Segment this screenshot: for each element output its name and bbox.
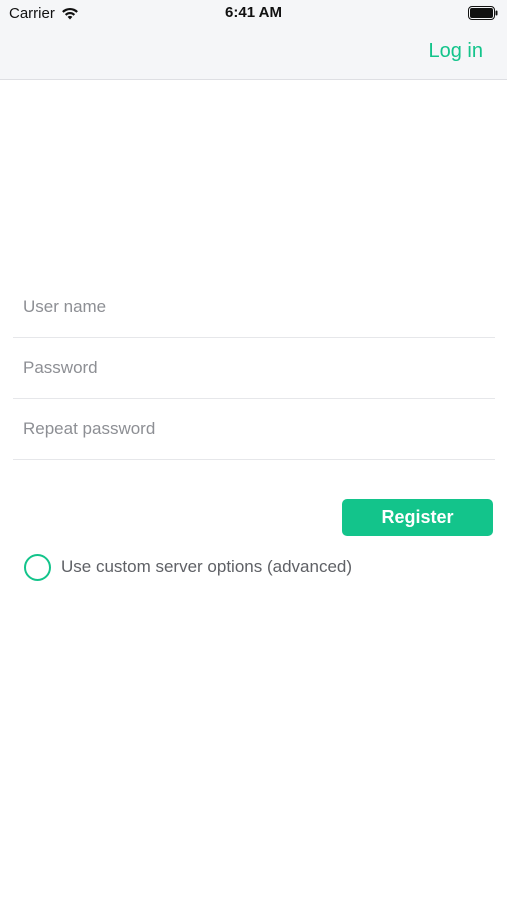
password-input[interactable] bbox=[23, 350, 483, 386]
repeat-password-field bbox=[13, 399, 495, 460]
username-field bbox=[13, 277, 495, 338]
navigation-bar: Carrier 6:41 AM Log in bbox=[0, 0, 507, 80]
clock-time: 6:41 AM bbox=[225, 4, 282, 21]
radio-circle-icon[interactable] bbox=[24, 553, 51, 581]
repeat-password-input[interactable] bbox=[23, 411, 483, 447]
custom-server-label: Use custom server options (advanced) bbox=[61, 557, 353, 576]
status-bar: Carrier 6:41 AM bbox=[0, 0, 507, 28]
custom-server-option[interactable]: Use custom server options (advanced) bbox=[24, 552, 352, 582]
register-button[interactable]: Register bbox=[342, 499, 493, 536]
username-input[interactable] bbox=[23, 289, 483, 325]
password-field bbox=[13, 338, 495, 399]
login-button[interactable]: Log in bbox=[429, 40, 484, 63]
battery-icon bbox=[468, 6, 498, 20]
register-screen: Carrier 6:41 AM Log in Register Use cust… bbox=[0, 0, 507, 900]
